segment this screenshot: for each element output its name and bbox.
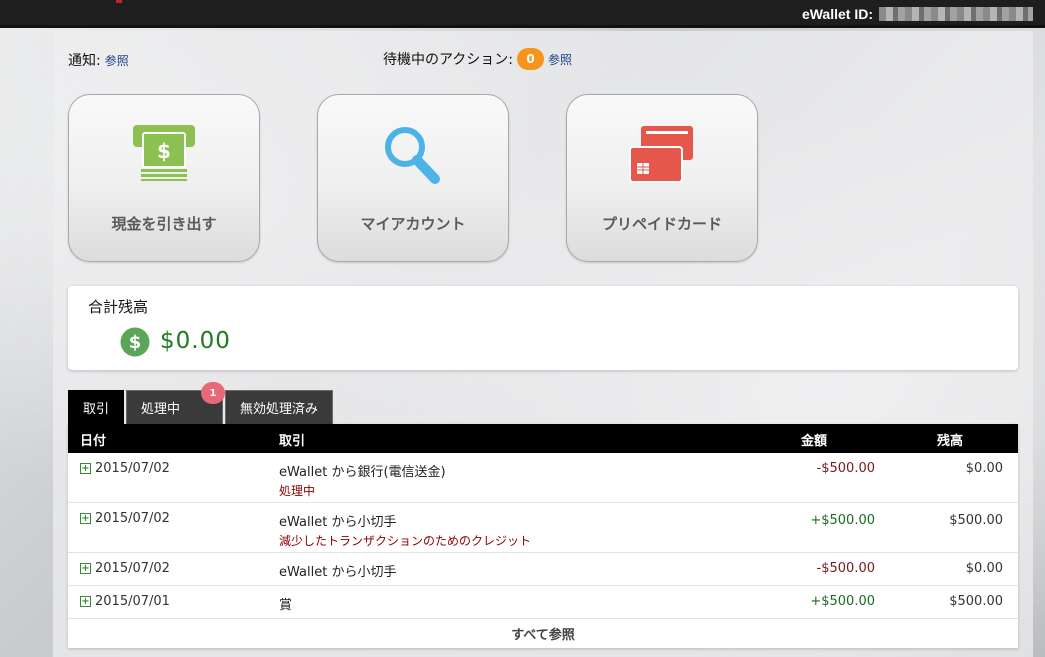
tab-transactions[interactable]: 取引 xyxy=(68,390,125,424)
table-header: 日付 取引 金額 残高 xyxy=(68,424,1018,453)
ewallet-id-masked-value xyxy=(879,7,1033,21)
pending-count-badge: 0 xyxy=(517,48,545,70)
row-balance: $500.00 xyxy=(949,513,1003,528)
my-account-label: マイアカウント xyxy=(360,215,466,233)
row-date: +2015/07/02 xyxy=(80,461,170,476)
dollar-coin-icon: $ xyxy=(120,327,150,361)
pending-view-link[interactable]: 参照 xyxy=(548,51,572,68)
tab-transactions-label: 取引 xyxy=(83,402,110,417)
brand-mark xyxy=(116,0,122,3)
svg-text:$: $ xyxy=(157,139,171,163)
my-account-tile[interactable]: マイアカウント xyxy=(317,94,509,262)
expand-plus-icon[interactable]: + xyxy=(80,513,91,524)
expand-plus-icon[interactable]: + xyxy=(80,463,91,474)
total-balance-amount: $0.00 xyxy=(160,328,231,354)
transactions-table: 日付 取引 金額 残高 +2015/07/02 eWallet から銀行(電信送… xyxy=(68,424,1018,648)
prepaid-card-icon xyxy=(629,125,695,187)
pending-actions-label: 待機中のアクション: xyxy=(383,52,514,68)
total-balance-card: 合計残高 $ $0.00 xyxy=(68,286,1018,370)
notice-label: 通知: xyxy=(68,53,101,69)
atm-cash-icon: $ xyxy=(129,123,199,185)
prepaid-card-label: プリペイドカード xyxy=(601,215,722,233)
row-amount: +$500.00 xyxy=(810,594,875,609)
svg-text:$: $ xyxy=(129,332,142,353)
withdraw-cash-tile[interactable]: $ 現金を引き出す xyxy=(68,94,260,262)
row-description: eWallet から銀行(電信送金) 処理中 xyxy=(279,461,446,499)
row-date: +2015/07/02 xyxy=(80,561,170,576)
tab-pending-label: 処理中 xyxy=(141,402,181,417)
transaction-tabs: 取引 処理中 1 無効処理済み xyxy=(68,382,335,424)
tab-voided-label: 無効処理済み xyxy=(240,402,319,417)
table-row[interactable]: +2015/07/02 eWallet から小切手 減少したトランザクションのた… xyxy=(68,503,1018,553)
row-amount: -$500.00 xyxy=(816,461,875,476)
view-all-link[interactable]: すべて参照 xyxy=(68,619,1018,648)
pending-actions: 待機中のアクション: 0 参照 xyxy=(383,48,572,70)
row-status-text: 減少したトランザクションのためのクレジット xyxy=(279,534,532,548)
pending-tab-badge: 1 xyxy=(201,382,226,404)
row-date: +2015/07/01 xyxy=(80,594,170,609)
notice-area: 通知: 参照 xyxy=(68,50,129,70)
row-date-text: 2015/07/02 xyxy=(95,511,170,526)
row-description: 賞 xyxy=(279,594,292,613)
tab-pending[interactable]: 処理中 1 xyxy=(126,382,226,424)
table-row[interactable]: +2015/07/02 eWallet から銀行(電信送金) 処理中 -$500… xyxy=(68,453,1018,503)
row-description: eWallet から小切手 xyxy=(279,561,396,580)
row-description-text: eWallet から小切手 xyxy=(279,565,397,580)
table-row[interactable]: +2015/07/02 eWallet から小切手 -$500.00 $0.00 xyxy=(68,553,1018,586)
row-balance: $0.00 xyxy=(965,461,1003,476)
col-transaction: 取引 xyxy=(279,434,306,449)
row-description-text: eWallet から小切手 xyxy=(279,515,397,530)
top-bar: eWallet ID: xyxy=(0,0,1045,28)
col-date: 日付 xyxy=(80,434,107,449)
row-description: eWallet から小切手 減少したトランザクションのためのクレジット xyxy=(279,511,531,549)
row-description-text: eWallet から銀行(電信送金) xyxy=(279,465,446,480)
ewallet-id-label: eWallet ID: xyxy=(801,6,873,22)
col-balance: 残高 xyxy=(937,434,964,449)
notice-view-link[interactable]: 参照 xyxy=(105,52,129,69)
row-date-text: 2015/07/02 xyxy=(95,561,170,576)
row-amount: -$500.00 xyxy=(816,561,875,576)
table-row[interactable]: +2015/07/01 賞 +$500.00 $500.00 xyxy=(68,586,1018,619)
row-balance: $500.00 xyxy=(949,594,1003,609)
row-date-text: 2015/07/02 xyxy=(95,461,170,476)
expand-plus-icon[interactable]: + xyxy=(80,563,91,574)
tab-voided[interactable]: 無効処理済み xyxy=(225,390,334,424)
withdraw-cash-label: 現金を引き出す xyxy=(111,215,217,233)
row-status-text: 処理中 xyxy=(279,484,316,498)
total-balance-title: 合計残高 xyxy=(88,298,149,316)
row-balance: $0.00 xyxy=(965,561,1003,576)
row-date: +2015/07/02 xyxy=(80,511,170,526)
expand-plus-icon[interactable]: + xyxy=(80,596,91,607)
row-amount: +$500.00 xyxy=(810,513,875,528)
row-date-text: 2015/07/01 xyxy=(95,594,170,609)
prepaid-card-tile[interactable]: プリペイドカード xyxy=(566,94,758,262)
row-description-text: 賞 xyxy=(279,598,293,613)
magnifier-icon xyxy=(381,125,445,191)
col-amount: 金額 xyxy=(801,434,828,449)
ewallet-id: eWallet ID: xyxy=(802,6,1033,22)
